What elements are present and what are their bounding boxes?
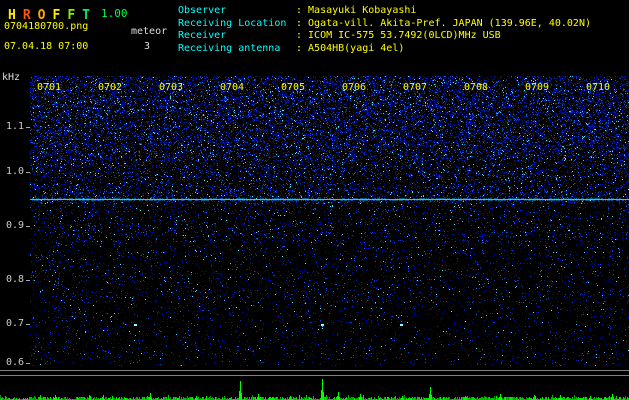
y-axis-tick	[26, 280, 30, 281]
y-axis-tick	[26, 172, 30, 173]
spectrogram-canvas	[30, 76, 629, 366]
y-tick-label: 0.7	[0, 318, 24, 329]
y-axis-tick	[26, 363, 30, 364]
info-label: Receiving Location	[178, 18, 296, 31]
x-tick-label: 0705	[281, 82, 305, 93]
x-tick-label: 0701	[37, 82, 61, 93]
station-info: Observer: Masayuki Kobayashi Receiving Lo…	[178, 5, 591, 55]
y-axis-tick	[26, 127, 30, 128]
y-tick-label: 0.9	[0, 220, 24, 231]
filename-label: 0704180700.png	[4, 21, 88, 33]
version-label: 1.00	[101, 7, 128, 20]
info-value: Ogata-vill. Akita-Pref. JAPAN (139.96E, …	[308, 18, 591, 31]
info-row-receiver: Receiver: ICOM IC-575 53.7492(0LCD)MHz US…	[178, 30, 591, 43]
x-tick-label: 0708	[464, 82, 488, 93]
info-value: Masayuki Kobayashi	[308, 5, 416, 18]
info-label: Receiver	[178, 30, 296, 43]
datetime-label: 07.04.18 07:00	[4, 41, 88, 53]
x-tick-label: 0710	[586, 82, 610, 93]
x-tick-label: 0703	[159, 82, 183, 93]
y-axis-tick	[26, 226, 30, 227]
info-label: Observer	[178, 5, 296, 18]
info-value: A504HB(yagi 4el)	[308, 43, 404, 56]
hrofft-screen: H R O F F T 1.00 0704180700.png meteor 3 07.04…	[0, 0, 629, 400]
y-tick-label: 1.1	[0, 121, 24, 132]
info-row-antenna: Receiving antenna: A504HB(yagi 4el)	[178, 43, 591, 56]
x-tick-label: 0704	[220, 82, 244, 93]
mode-label: meteor	[131, 26, 167, 38]
info-label: Receiving antenna	[178, 43, 296, 56]
info-colon: :	[296, 30, 302, 43]
signal-level-canvas	[0, 366, 629, 400]
info-row-observer: Observer: Masayuki Kobayashi	[178, 5, 591, 18]
x-tick-label: 0709	[525, 82, 549, 93]
info-colon: :	[296, 5, 302, 18]
x-tick-label: 0706	[342, 82, 366, 93]
info-colon: :	[296, 18, 302, 31]
y-axis-tick	[26, 324, 30, 325]
x-tick-label: 0707	[403, 82, 427, 93]
y-tick-label: 0.8	[0, 274, 24, 285]
meteor-count: 3	[144, 41, 150, 53]
x-tick-label: 0702	[98, 82, 122, 93]
y-axis-unit-label: kHz	[2, 72, 20, 84]
info-row-location: Receiving Location: Ogata-vill. Akita-Pre…	[178, 18, 591, 31]
info-value: ICOM IC-575 53.7492(0LCD)MHz USB	[308, 30, 501, 43]
info-colon: :	[296, 43, 302, 56]
y-tick-label: 1.0	[0, 166, 24, 177]
